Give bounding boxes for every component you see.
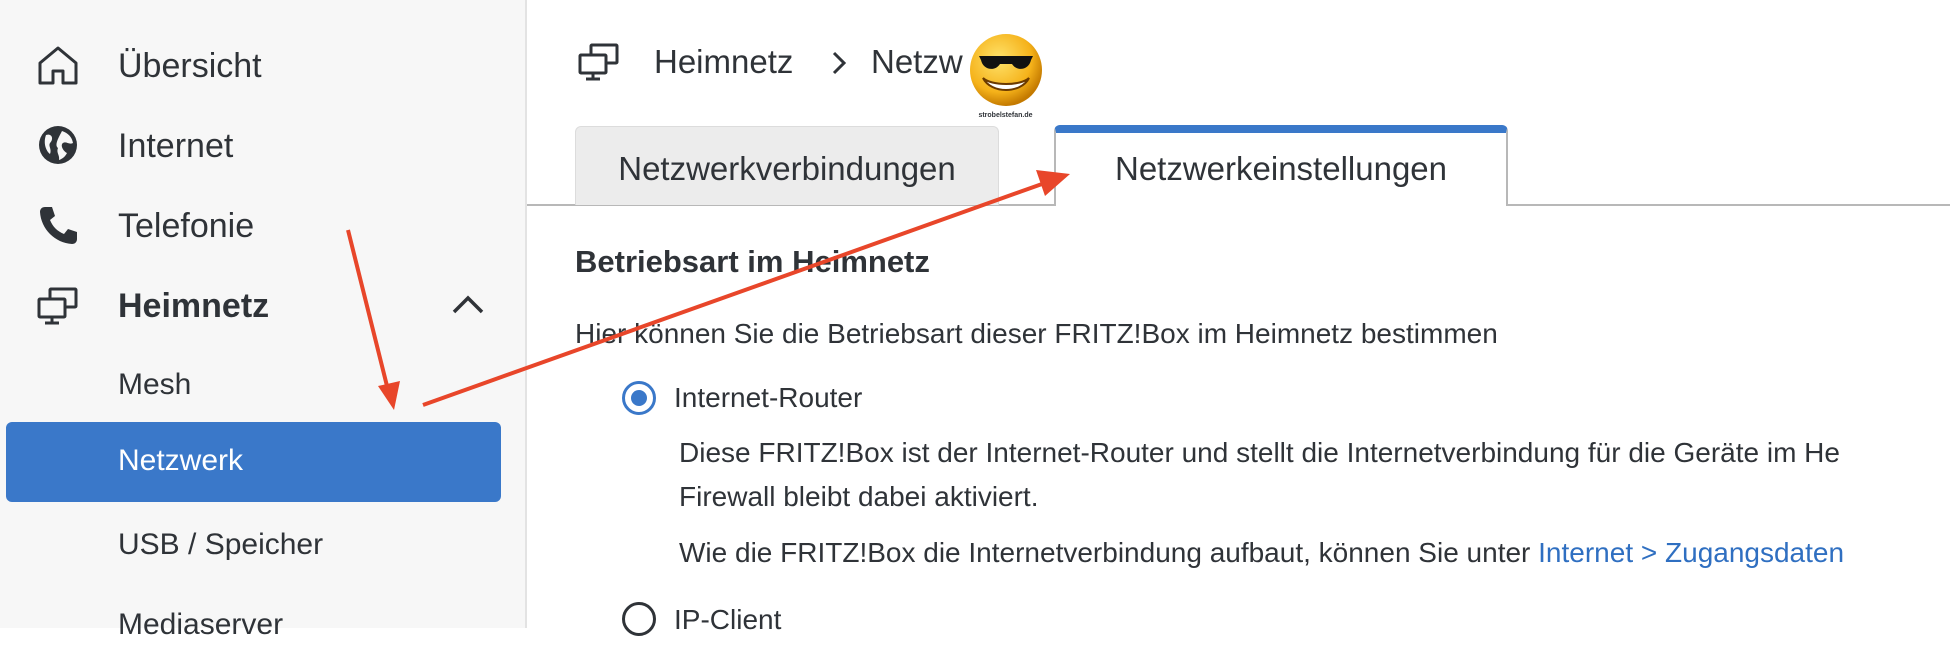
option-label-ip-client[interactable]: IP-Client: [674, 600, 781, 640]
network-icon: [578, 43, 619, 81]
tab-label: Netzwerkeinstellungen: [1114, 150, 1447, 187]
sidebar-item-label: Telefonie: [118, 207, 255, 245]
tab-label: Netzwerkverbindungen: [618, 150, 956, 187]
sidebar-subitem-label: Mediaserver: [118, 608, 284, 641]
chevron-right-icon: [832, 51, 847, 75]
radio-internet-router[interactable]: [622, 381, 656, 415]
breadcrumb-current: Netzw: [871, 43, 963, 80]
sidebar-subitem-usb-speicher[interactable]: USB / Speicher: [0, 506, 525, 586]
sidebar-item-overview[interactable]: Übersicht: [0, 26, 525, 100]
breadcrumb-root[interactable]: Heimnetz: [654, 40, 793, 84]
radio-ip-client[interactable]: [622, 602, 656, 636]
sidebar-subitem-netzwerk[interactable]: Netzwerk: [6, 422, 501, 502]
sidebar-subitem-label: Mesh: [118, 368, 192, 401]
option-description: Diese FRITZ!Box ist der Internet-Router …: [679, 437, 1840, 468]
option-description: Firewall bleibt dabei aktiviert.: [679, 481, 1039, 512]
sidebar-item-label: Übersicht: [118, 47, 262, 85]
sidebar-item-label: Heimnetz: [118, 287, 270, 325]
phone-icon: [40, 207, 77, 244]
sidebar-subitem-label: USB / Speicher: [118, 528, 324, 561]
option-description-prefix: Wie die FRITZ!Box die Internetverbindung…: [679, 537, 1539, 568]
watermark-text: strobelstefan.de: [978, 112, 1033, 119]
option-label-internet-router[interactable]: Internet-Router: [674, 378, 862, 418]
tab-netzwerkeinstellungen[interactable]: Netzwerkeinstellungen: [1054, 125, 1508, 206]
intro-text: Hier können Sie die Betriebsart dieser F…: [575, 318, 1498, 349]
sidebar-item-telefonie[interactable]: Telefonie: [0, 186, 525, 260]
watermark: strobelstefan.de: [963, 28, 1048, 124]
main-content: Heimnetz Netzw Netzwerkverbindungen Netz…: [527, 0, 1950, 636]
section-title: Betriebsart im Heimnetz: [575, 244, 930, 279]
sidebar: Übersicht Internet Telefonie Heimnetz Me…: [0, 0, 527, 641]
globe-icon: [39, 126, 77, 164]
sidebar-item-heimnetz[interactable]: Heimnetz: [0, 266, 525, 340]
sidebar-subitem-label: Netzwerk: [118, 444, 244, 477]
network-icon: [37, 287, 78, 325]
tab-netzwerkverbindungen[interactable]: Netzwerkverbindungen: [575, 126, 999, 205]
sunglasses-smiley-icon: [970, 34, 1042, 106]
sidebar-subitem-mediaserver[interactable]: Mediaserver: [0, 586, 525, 666]
sidebar-item-internet[interactable]: Internet: [0, 106, 525, 180]
option-description: Wie die FRITZ!Box die Internetverbindung…: [679, 533, 1844, 573]
zugangsdaten-link[interactable]: Internet > Zugangsdaten: [1538, 537, 1844, 568]
chevron-up-icon[interactable]: [451, 293, 485, 315]
home-icon: [38, 46, 78, 85]
sidebar-subitem-mesh[interactable]: Mesh: [0, 346, 525, 426]
sidebar-item-label: Internet: [118, 127, 234, 165]
